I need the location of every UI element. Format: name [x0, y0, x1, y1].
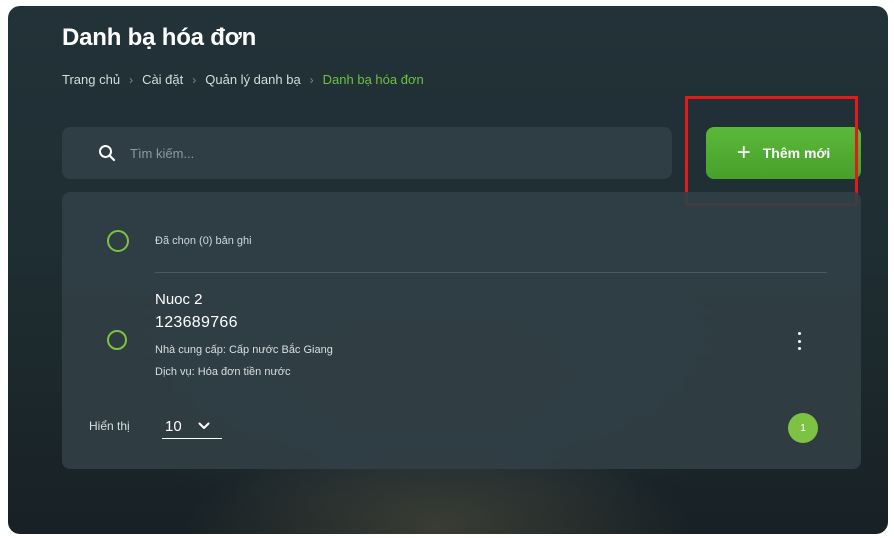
- divider: [155, 272, 827, 273]
- breadcrumb-settings[interactable]: Cài đặt: [142, 72, 183, 87]
- page-size-label: Hiển thị: [89, 419, 130, 433]
- breadcrumb-separator: ›: [192, 72, 197, 87]
- item-service: Dịch vụ: Hóa đơn tiền nước: [155, 366, 291, 378]
- item-name: Nuoc 2: [155, 291, 203, 308]
- more-options-icon[interactable]: [796, 332, 802, 350]
- search-icon: [98, 144, 116, 162]
- app-window: Danh bạ hóa đơn Trang chủ › Cài đặt › Qu…: [8, 6, 888, 534]
- select-all-radio[interactable]: [107, 230, 129, 252]
- breadcrumb-separator: ›: [309, 72, 314, 87]
- breadcrumb-current: Danh bạ hóa đơn: [322, 72, 424, 87]
- search-input[interactable]: [128, 144, 532, 162]
- breadcrumb-home[interactable]: Trang chủ: [62, 72, 120, 87]
- breadcrumb-contacts[interactable]: Quản lý danh bạ: [205, 72, 300, 87]
- search-bar: [62, 127, 672, 179]
- contact-list-panel: Đã chọn (0) bản ghi Nuoc 2 123689766 Nhà…: [62, 192, 861, 469]
- highlight-annotation: [685, 96, 858, 206]
- breadcrumb-separator: ›: [129, 72, 134, 87]
- page-size-value: 10: [165, 417, 182, 435]
- item-number: 123689766: [155, 314, 238, 331]
- breadcrumb: Trang chủ › Cài đặt › Quản lý danh bạ › …: [62, 72, 424, 87]
- item-select-radio[interactable]: [107, 330, 127, 350]
- item-provider: Nhà cung cấp: Cấp nước Bắc Giang: [155, 344, 333, 356]
- current-page-button[interactable]: 1: [788, 413, 818, 443]
- chevron-down-icon: [198, 422, 210, 430]
- selected-count-label: Đã chọn (0) bản ghi: [155, 235, 252, 247]
- page-title: Danh bạ hóa đơn: [62, 24, 257, 51]
- page-size-select[interactable]: 10: [162, 414, 222, 439]
